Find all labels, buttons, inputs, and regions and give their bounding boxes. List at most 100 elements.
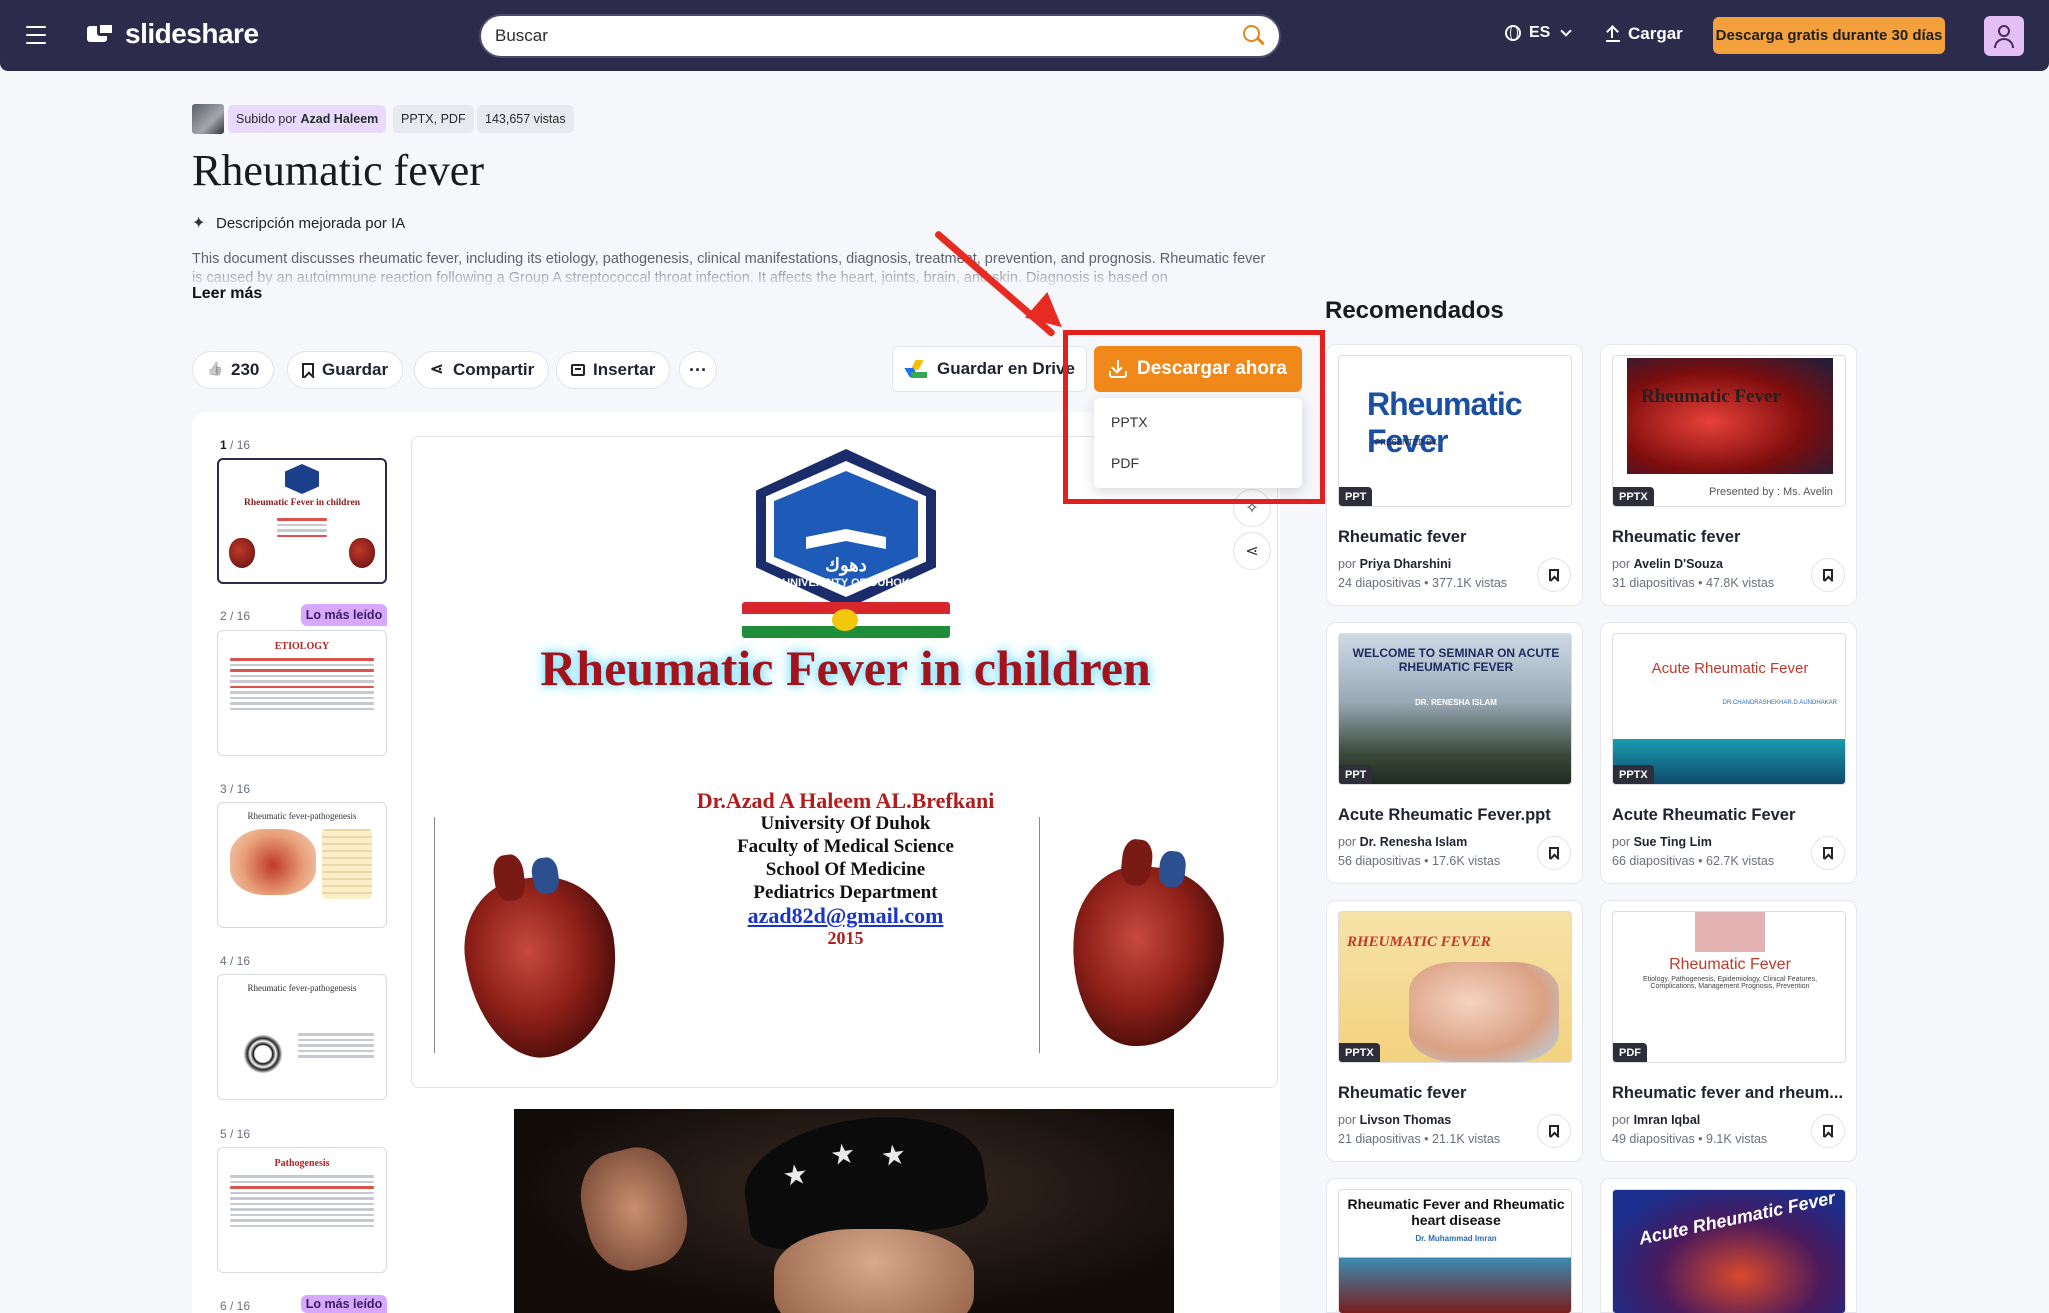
- recommended-card[interactable]: Acute Rheumatic Fever DR.CHANDRASHEKHAR.…: [1600, 622, 1857, 884]
- like-button[interactable]: 230: [192, 351, 275, 389]
- microscopy-image-mini: [240, 1031, 286, 1077]
- most-read-badge: Lo más leído: [301, 604, 387, 626]
- card-title[interactable]: Acute Rheumatic Fever.ppt: [1338, 806, 1572, 825]
- ai-description-note: Descripción mejorada por IA: [192, 213, 405, 233]
- slide-thumbnail-5[interactable]: Pathogenesis: [217, 1147, 387, 1273]
- card-title[interactable]: Acute Rheumatic Fever: [1612, 806, 1846, 825]
- user-icon: [1998, 25, 2010, 37]
- bookmark-icon[interactable]: [1811, 558, 1845, 592]
- bookmark-icon[interactable]: [1537, 1114, 1571, 1148]
- bookmark-icon[interactable]: [1537, 558, 1571, 592]
- recommended-card[interactable]: Rheumatic Fever and Rheumatic heart dise…: [1326, 1178, 1583, 1313]
- card-title[interactable]: Rheumatic fever: [1338, 528, 1572, 547]
- language-label: ES: [1529, 24, 1551, 41]
- card-stats: 56 diapositivas • 17.6K vistas: [1338, 854, 1501, 868]
- format-badge: PPTX: [1339, 1043, 1380, 1062]
- card-thumbnail: Acute Rheumatic Fever: [1612, 1189, 1846, 1313]
- save-button[interactable]: Guardar: [287, 351, 404, 389]
- slide-thumbnail-3[interactable]: Rheumatic fever-pathogenesis: [217, 802, 387, 928]
- bookmark-icon[interactable]: [1537, 836, 1571, 870]
- logo-text: slideshare: [125, 18, 259, 49]
- bookmark-icon[interactable]: [1811, 836, 1845, 870]
- recommended-card[interactable]: Rheumatic Fever PRESENTED BY, PPT Rheuma…: [1326, 344, 1583, 606]
- slide-thumbnail-1[interactable]: Rheumatic Fever in children: [217, 458, 387, 584]
- slide-thumbnail-4[interactable]: Rheumatic fever-pathogenesis: [217, 974, 387, 1100]
- uploader-avatar[interactable]: [192, 104, 224, 134]
- thumb-label-5: 5 / 16: [220, 1127, 251, 1141]
- card-thumbnail: Rheumatic Fever Presented by : Ms. Aveli…: [1612, 355, 1846, 507]
- bookmark-icon[interactable]: [1811, 1114, 1845, 1148]
- main-slide[interactable]: دهوك UNIVERSITY OF DUHOK Rheumatic Fever…: [411, 436, 1278, 1088]
- slideshare-logo[interactable]: slideshare: [87, 18, 259, 50]
- drive-label: Guardar en Drive: [937, 359, 1075, 378]
- save-to-drive-button[interactable]: Guardar en Drive: [892, 346, 1087, 392]
- upload-button[interactable]: Cargar: [1606, 24, 1683, 44]
- format-badge: PPT: [1339, 765, 1373, 784]
- recommended-card[interactable]: Rheumatic Fever Presented by : Ms. Aveli…: [1600, 344, 1857, 606]
- description-fade: [192, 268, 1272, 288]
- slide-2-preview[interactable]: ★ ★ ★: [514, 1109, 1174, 1313]
- card-stats: 24 diapositivas • 377.1K vistas: [1338, 576, 1508, 590]
- share-button[interactable]: Compartir: [414, 351, 550, 389]
- upload-label: Cargar: [1628, 24, 1683, 43]
- card-author: por Imran Iqbal: [1612, 1113, 1701, 1127]
- slide-share-icon[interactable]: ⋖: [1233, 532, 1271, 570]
- user-avatar[interactable]: [1984, 16, 2024, 56]
- chevron-down-icon: [1560, 25, 1573, 37]
- thumb-label-6: 6 / 16: [220, 1299, 251, 1313]
- heart-image-mini: [229, 538, 255, 568]
- recommended-card[interactable]: WELCOME TO SEMINAR ON ACUTE RHEUMATIC FE…: [1326, 622, 1583, 884]
- uploaded-by-prefix: Subido por: [236, 112, 297, 126]
- card-title[interactable]: Rheumatic fever: [1338, 1084, 1572, 1103]
- annotation-highlight-box: [1063, 330, 1325, 504]
- university-arabic-name: دهوك: [825, 555, 867, 575]
- thumb-title: Rheumatic fever-pathogenesis: [247, 811, 357, 821]
- thumb-label-3: 3 / 16: [220, 782, 251, 796]
- like-count: 230: [231, 360, 260, 379]
- card-title[interactable]: Rheumatic fever and rheum...: [1612, 1084, 1846, 1103]
- card-author: por Sue Ting Lim: [1612, 835, 1712, 849]
- language-selector[interactable]: ES: [1505, 24, 1573, 42]
- card-author: por Livson Thomas: [1338, 1113, 1452, 1127]
- views-chip: 143,657 vistas: [477, 105, 574, 133]
- hand-image: [570, 1138, 698, 1280]
- more-options-button[interactable]: ···: [679, 351, 717, 389]
- slide-line: University Of Duhok: [760, 813, 931, 834]
- thumb-label-2: 2 / 16: [220, 609, 251, 623]
- sparkle-icon: [192, 213, 208, 233]
- heart-image-mini: [349, 538, 375, 568]
- bookmark-icon: [302, 362, 314, 378]
- card-stats: 21 diapositivas • 21.1K vistas: [1338, 1132, 1501, 1146]
- thumb-title: Rheumatic fever-pathogenesis: [247, 983, 357, 993]
- thumbs-up-icon: [207, 362, 223, 378]
- recommended-heading: Recomendados: [1325, 297, 1504, 324]
- menu-icon[interactable]: [26, 26, 46, 44]
- recommended-card[interactable]: Rheumatic Fever Etiology, Pathogenesis, …: [1600, 900, 1857, 1162]
- slide-thumbnail-2[interactable]: ETIOLOGY: [217, 630, 387, 756]
- recommended-card[interactable]: RHEUMATIC FEVER PPTX Rheumatic fever por…: [1326, 900, 1583, 1162]
- format-badge: PPTX: [1613, 487, 1654, 506]
- google-drive-icon: [904, 360, 927, 378]
- card-author: por Priya Dharshini: [1338, 557, 1452, 571]
- flag-sun-icon: [832, 609, 858, 631]
- upload-icon: [1606, 26, 1620, 42]
- card-title[interactable]: Rheumatic fever: [1612, 528, 1846, 547]
- card-stats: 49 diapositivas • 9.1K vistas: [1612, 1132, 1768, 1146]
- embed-button[interactable]: Insertar: [556, 351, 671, 389]
- thumb-title: ETIOLOGY: [274, 641, 330, 652]
- format-badge: PPT: [1339, 487, 1373, 506]
- read-more-link[interactable]: Leer más: [192, 285, 262, 303]
- uploaded-by-chip[interactable]: Subido por Azad Haleem: [228, 105, 387, 133]
- search-input[interactable]: [495, 26, 1243, 46]
- free-trial-button[interactable]: Descarga gratis durante 30 días: [1713, 17, 1945, 54]
- search-icon[interactable]: [1243, 25, 1265, 47]
- card-thumbnail: Rheumatic Fever and Rheumatic heart dise…: [1338, 1189, 1572, 1313]
- embed-label: Insertar: [593, 360, 656, 379]
- share-label: Compartir: [453, 360, 535, 379]
- card-author: por Avelin D'Souza: [1612, 557, 1723, 571]
- thumb-title: Rheumatic Fever in children: [243, 498, 360, 508]
- formats-chip: PPTX, PDF: [393, 105, 474, 133]
- recommended-card[interactable]: Acute Rheumatic Fever: [1600, 1178, 1857, 1313]
- search-bar[interactable]: [479, 14, 1281, 58]
- diagram-image-mini: [322, 829, 372, 899]
